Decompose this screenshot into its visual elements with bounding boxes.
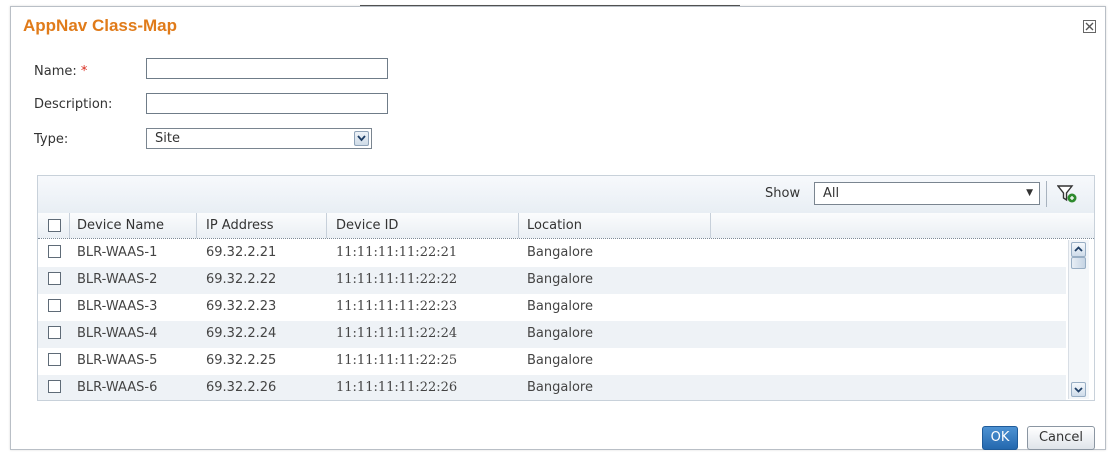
row-checkbox[interactable] bbox=[48, 380, 61, 393]
cell-ip-address: 69.32.2.21 bbox=[206, 245, 277, 260]
scroll-down-icon[interactable] bbox=[1071, 382, 1086, 397]
vertical-scrollbar[interactable] bbox=[1068, 240, 1089, 399]
column-divider bbox=[326, 213, 327, 238]
cell-device-id: 11:11:11:11:22:24 bbox=[336, 326, 458, 341]
show-label: Show bbox=[765, 186, 801, 201]
row-checkbox[interactable] bbox=[48, 299, 61, 312]
row-checkbox[interactable] bbox=[48, 272, 61, 285]
cell-location: Bangalore bbox=[527, 326, 593, 341]
column-header-location[interactable]: Location bbox=[527, 218, 582, 233]
row-checkbox[interactable] bbox=[48, 353, 61, 366]
cell-device-id: 11:11:11:11:22:22 bbox=[336, 272, 458, 287]
cell-device-name: BLR-WAAS-6 bbox=[77, 380, 158, 395]
grid-header: Device Name IP Address Device ID Locatio… bbox=[38, 213, 1094, 239]
column-divider bbox=[69, 213, 70, 238]
cell-location: Bangalore bbox=[527, 353, 593, 368]
table-row[interactable]: BLR-WAAS-1 69.32.2.21 11:11:11:11:22:21 … bbox=[38, 240, 1066, 267]
description-input[interactable] bbox=[146, 93, 388, 114]
toolbar-divider bbox=[1046, 181, 1047, 207]
column-divider bbox=[196, 213, 197, 238]
type-select[interactable]: Site bbox=[146, 128, 372, 149]
cell-location: Bangalore bbox=[527, 380, 593, 395]
table-row[interactable]: BLR-WAAS-5 69.32.2.25 11:11:11:11:22:25 … bbox=[38, 348, 1066, 375]
close-icon[interactable] bbox=[1083, 20, 1096, 33]
name-label-text: Name: bbox=[34, 64, 77, 79]
table-row[interactable]: BLR-WAAS-2 69.32.2.22 11:11:11:11:22:22 … bbox=[38, 267, 1066, 294]
cell-device-name: BLR-WAAS-1 bbox=[77, 245, 158, 260]
grid-body: BLR-WAAS-1 69.32.2.21 11:11:11:11:22:21 … bbox=[38, 238, 1066, 400]
row-checkbox[interactable] bbox=[48, 245, 61, 258]
table-row[interactable]: BLR-WAAS-4 69.32.2.24 11:11:11:11:22:24 … bbox=[38, 321, 1066, 348]
cell-ip-address: 69.32.2.22 bbox=[206, 272, 277, 287]
table-row[interactable]: BLR-WAAS-3 69.32.2.23 11:11:11:11:22:23 … bbox=[38, 294, 1066, 321]
cell-device-name: BLR-WAAS-4 bbox=[77, 326, 158, 341]
dropdown-caret-icon: ▼ bbox=[1026, 188, 1033, 198]
cell-ip-address: 69.32.2.24 bbox=[206, 326, 277, 341]
cell-device-id: 11:11:11:11:22:23 bbox=[336, 299, 458, 314]
cell-location: Bangalore bbox=[527, 299, 593, 314]
table-row[interactable]: BLR-WAAS-6 69.32.2.26 11:11:11:11:22:26 … bbox=[38, 375, 1066, 400]
cell-location: Bangalore bbox=[527, 272, 593, 287]
chevron-down-icon[interactable] bbox=[354, 131, 369, 146]
ok-button[interactable]: OK bbox=[982, 426, 1018, 450]
name-input[interactable] bbox=[146, 58, 388, 79]
cell-device-id: 11:11:11:11:22:21 bbox=[336, 245, 458, 260]
name-label: Name: * bbox=[34, 64, 87, 79]
cell-device-id: 11:11:11:11:22:26 bbox=[336, 380, 458, 395]
column-header-ip-address[interactable]: IP Address bbox=[206, 218, 274, 233]
column-header-device-id[interactable]: Device ID bbox=[336, 218, 398, 233]
show-filter-select[interactable]: All ▼ bbox=[814, 182, 1040, 205]
type-select-value: Site bbox=[155, 131, 180, 146]
grid-toolbar: Show All ▼ bbox=[38, 176, 1094, 214]
type-label: Type: bbox=[34, 132, 69, 147]
scroll-thumb[interactable] bbox=[1071, 257, 1086, 269]
cell-ip-address: 69.32.2.23 bbox=[206, 299, 277, 314]
cell-device-name: BLR-WAAS-5 bbox=[77, 353, 158, 368]
dialog-title: AppNav Class-Map bbox=[23, 16, 177, 35]
filter-icon[interactable] bbox=[1056, 184, 1077, 204]
cell-device-name: BLR-WAAS-2 bbox=[77, 272, 158, 287]
column-divider bbox=[518, 213, 519, 238]
required-asterisk: * bbox=[80, 64, 88, 79]
scroll-up-icon[interactable] bbox=[1071, 242, 1086, 257]
cell-device-name: BLR-WAAS-3 bbox=[77, 299, 158, 314]
device-grid: Show All ▼ Device Name IP Address Device bbox=[37, 175, 1095, 401]
cell-ip-address: 69.32.2.25 bbox=[206, 353, 277, 368]
cell-ip-address: 69.32.2.26 bbox=[206, 380, 277, 395]
appnav-class-map-dialog: AppNav Class-Map Name: * Description: Ty… bbox=[10, 6, 1106, 450]
cell-location: Bangalore bbox=[527, 245, 593, 260]
column-divider bbox=[710, 213, 711, 238]
select-all-checkbox[interactable] bbox=[48, 219, 61, 232]
cancel-button[interactable]: Cancel bbox=[1027, 426, 1095, 450]
cell-device-id: 11:11:11:11:22:25 bbox=[336, 353, 458, 368]
row-checkbox[interactable] bbox=[48, 326, 61, 339]
description-label: Description: bbox=[34, 97, 113, 112]
show-filter-value: All bbox=[823, 186, 840, 201]
column-header-device-name[interactable]: Device Name bbox=[77, 218, 164, 233]
